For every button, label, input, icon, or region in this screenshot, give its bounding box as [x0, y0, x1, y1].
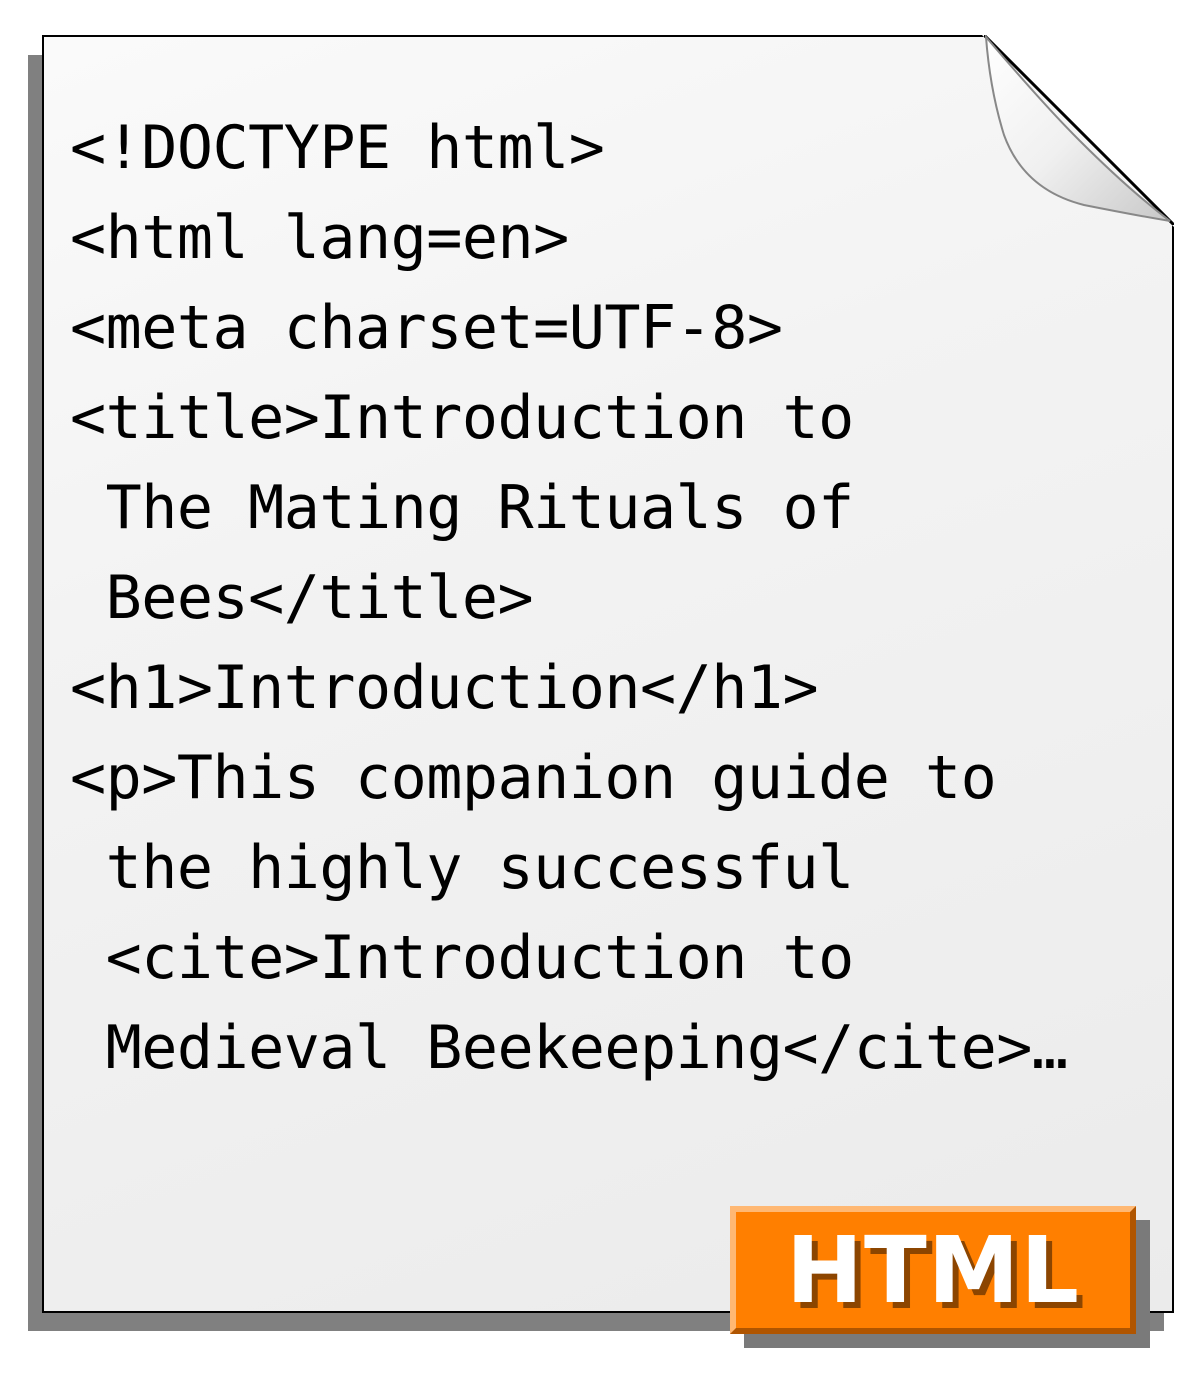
document-page: <!DOCTYPE html> <html lang=en> <meta cha…	[42, 35, 1174, 1313]
html-badge: HTML HTML	[730, 1206, 1136, 1334]
code-line: <!DOCTYPE html>	[70, 113, 604, 183]
code-line: <h1>Introduction</h1>	[70, 653, 818, 723]
code-line: <cite>Introduction to	[70, 923, 854, 993]
code-line: <html lang=en>	[70, 203, 569, 273]
code-line: the highly successful	[70, 833, 854, 903]
badge-label: HTML HTML	[786, 1217, 1080, 1324]
code-line: <p>This companion guide to	[70, 743, 996, 813]
code-line: Medieval Beekeeping</cite>…	[70, 1013, 1067, 1083]
code-line: The Mating Rituals of	[70, 473, 854, 543]
code-content: <!DOCTYPE html> <html lang=en> <meta cha…	[70, 103, 1067, 1093]
badge-label-text: HTML	[786, 1217, 1080, 1324]
code-line: <title>Introduction to	[70, 383, 854, 453]
code-line: <meta charset=UTF-8>	[70, 293, 782, 363]
code-line: Bees</title>	[70, 563, 533, 633]
dogear-mask	[982, 35, 1174, 227]
